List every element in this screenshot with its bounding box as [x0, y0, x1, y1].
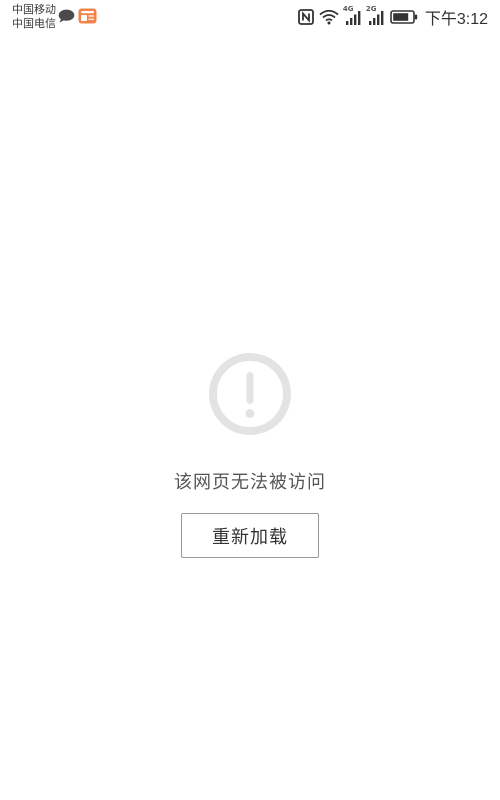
news-app-icon: [78, 8, 97, 24]
network-type-4g: 4G: [342, 5, 354, 13]
nfc-icon: [297, 9, 314, 25]
exclamation-circle-icon: [209, 353, 291, 435]
carrier-secondary: 中国电信: [12, 17, 56, 30]
reload-button[interactable]: 重新加载: [181, 513, 319, 558]
status-bar: 中国移动 中国电信 4G 2G 下午3:12: [0, 0, 500, 34]
network-type-2g: 2G: [365, 5, 377, 13]
screen: 中国移动 中国电信 4G 2G 下午3:12 该网页无法被访问 重新加载: [0, 0, 500, 800]
signal-2g: 2G: [365, 5, 385, 25]
battery-icon: [390, 10, 418, 24]
status-indicators: 4G 2G 下午3:12: [297, 5, 488, 28]
carrier-primary: 中国移动: [12, 3, 56, 16]
signal-4g: 4G: [342, 5, 362, 25]
carrier-info: 中国移动 中国电信: [12, 3, 56, 31]
chat-bubble-icon: [58, 9, 75, 23]
notification-icons: [58, 8, 97, 24]
error-message: 该网页无法被访问: [174, 472, 326, 493]
wifi-icon: [319, 9, 339, 25]
clock: 下午3:12: [424, 11, 488, 28]
